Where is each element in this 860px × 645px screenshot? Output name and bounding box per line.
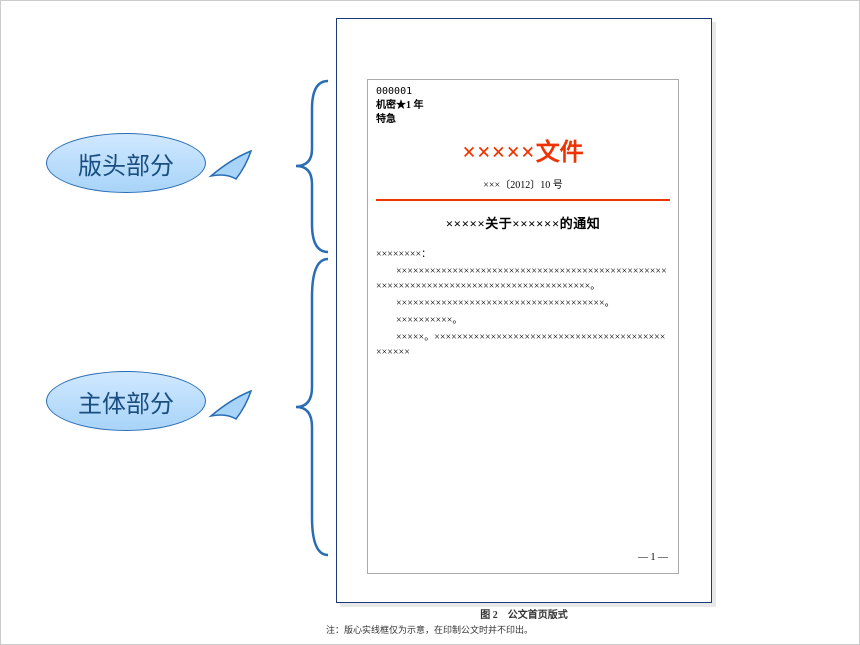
document-para-2: ×××××××××××××××××××××××××××××××××××××。 [376,296,670,311]
document-para-1: ××××××××××××××××××××××××××××××××××××××××… [376,264,670,294]
document-security: 机密★1 年 [376,99,670,113]
callout-body-label: 主体部分 [78,384,174,419]
document-title-row: ×××××文件 [376,137,670,171]
callout-header: 版头部分 [46,133,206,193]
document-content-frame: 000001 机密★1 年 特急 ×××××文件 ×××〔2012〕10 号 ×… [367,79,679,574]
brace-body [286,257,336,557]
document-para-3: ××××××××××。 [376,313,670,328]
red-separator-line [376,199,670,201]
document-page: 000001 机密★1 年 特急 ×××××文件 ×××〔2012〕10 号 ×… [336,18,712,603]
document-number: ×××〔2012〕10 号 [376,179,670,193]
document-body: ××××××××： ××××××××××××××××××××××××××××××… [376,247,670,360]
document-addressee: ××××××××： [376,247,670,262]
document-urgency: 特急 [376,113,670,127]
document-issuer-marks: ××××× [462,140,535,166]
document-para-4: ×××××。××××××××××××××××××××××××××××××××××… [376,330,670,360]
figure-note: 注：版心实线框仅为示意，在印制公文时并不印出。 [326,623,726,636]
diagram-slide: 版头部分 主体部分 000001 机密★1 年 特急 ×××××文件 ×××〔2… [0,0,860,645]
callout-header-label: 版头部分 [78,146,174,181]
brace-header [286,79,336,254]
document-serial: 000001 [376,85,670,99]
document-subject: ×××××关于××××××的通知 [376,215,670,233]
figure-caption: 图 2 公文首页版式 [336,606,712,621]
document-issuer-word: 文件 [536,140,584,166]
callout-body: 主体部分 [46,371,206,431]
document-page-number: — 1 — [638,551,668,565]
